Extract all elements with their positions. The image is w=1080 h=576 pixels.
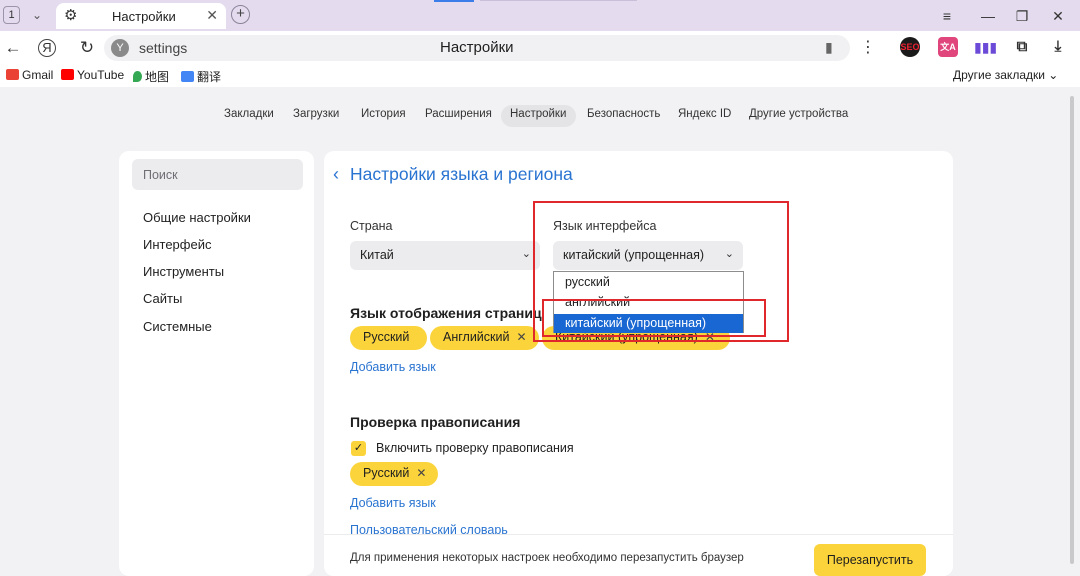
chevron-down-icon: ⌄ — [1048, 68, 1059, 82]
tab-downloads[interactable]: Загрузки — [293, 108, 339, 120]
restart-button[interactable]: Перезапустить — [814, 544, 926, 576]
address-bar[interactable]: Y settings Настройки ▮ — [104, 35, 850, 61]
chevron-down-icon: ⌄ — [521, 248, 531, 260]
add-language-link[interactable]: Добавить язык — [350, 360, 436, 374]
sidebar-item-system[interactable]: Системные — [143, 319, 212, 334]
spellcheck-heading: Проверка правописания — [350, 414, 521, 430]
navigation-bar: ← Я ↻ Y settings Настройки ▮ ⋮ SEO 文A ▮▮… — [0, 31, 1080, 65]
tab-bookmarks[interactable]: Закладки — [224, 108, 274, 120]
download-icon[interactable]: ⤓ — [1048, 37, 1068, 57]
shield-icon: Y — [111, 39, 129, 57]
search-input[interactable] — [132, 159, 303, 190]
gear-icon: ⚙ — [64, 7, 78, 24]
page-title: Настройки — [440, 39, 514, 56]
back-chevron-icon[interactable]: ‹ — [333, 164, 339, 185]
tab-security[interactable]: Безопасность — [587, 108, 660, 120]
settings-sidebar: Общие настройки Интерфейс Инструменты Са… — [119, 151, 314, 576]
tab-settings-page[interactable]: Настройки — [510, 108, 566, 120]
other-bookmarks[interactable]: Другие закладки ⌄ — [953, 68, 1058, 82]
page-language-heading: Язык отображения страниц — [350, 305, 542, 321]
add-spell-language-link[interactable]: Добавить язык — [350, 496, 436, 510]
sidebar-item-interface[interactable]: Интерфейс — [143, 237, 211, 252]
translate-extension-icon[interactable]: 文A — [938, 37, 958, 57]
extensions-icon[interactable]: ⧉ — [1012, 37, 1032, 57]
title-bar: 1 ⌄ ⚙ Настройки ✕ + ≡ — ❐ ✕ — [0, 0, 1080, 31]
chip-russian[interactable]: Русский — [350, 326, 427, 350]
restart-footer: Для применения некоторых настроек необхо… — [324, 534, 953, 576]
spellcheck-checkbox[interactable]: ✓ — [351, 441, 366, 456]
country-value: Китай — [360, 248, 394, 262]
reload-icon[interactable]: ↻ — [76, 37, 98, 59]
check-icon: ✓ — [353, 442, 364, 454]
hamburger-menu-icon[interactable]: ≡ — [937, 6, 957, 26]
back-arrow-icon[interactable]: ← — [2, 37, 24, 59]
settings-top-nav: Закладки Загрузки История Расширения Нас… — [0, 105, 1080, 129]
country-select[interactable]: Китай ⌄ — [350, 241, 540, 270]
tab-settings[interactable]: ⚙ Настройки ✕ — [56, 3, 226, 29]
loading-track — [480, 0, 637, 1]
bookmark-icon[interactable]: ▮ — [825, 39, 833, 56]
bookmark-gmail[interactable]: Gmail — [6, 68, 53, 82]
bookmark-maps[interactable]: 地图 — [133, 68, 169, 85]
close-icon[interactable]: ✕ — [206, 7, 218, 24]
sidebar-item-general[interactable]: Общие настройки — [143, 210, 251, 225]
audio-wave-icon[interactable]: ▮▮▮ — [974, 37, 997, 57]
page-scrollbar[interactable] — [1067, 88, 1077, 576]
seo-extension-icon[interactable]: SEO — [900, 37, 920, 57]
country-label: Страна — [350, 219, 393, 233]
sidebar-item-tools[interactable]: Инструменты — [143, 264, 224, 279]
url-text: settings — [139, 40, 188, 56]
spellcheck-label[interactable]: Включить проверку правописания — [376, 441, 574, 455]
minimize-icon[interactable]: — — [978, 6, 998, 26]
tab-other-devices[interactable]: Другие устройства — [749, 108, 848, 120]
tab-extensions[interactable]: Расширения — [425, 108, 492, 120]
map-pin-icon — [133, 71, 142, 82]
gmail-icon — [6, 69, 19, 80]
chip-spell-russian[interactable]: Русский ✕ — [350, 462, 438, 486]
tab-counter[interactable]: 1 — [3, 6, 20, 24]
more-vertical-icon[interactable]: ⋮ — [858, 37, 878, 57]
bookmarks-bar: Gmail YouTube 地图 翻译 Другие закладки ⌄ — [0, 65, 1080, 87]
chevron-down-icon[interactable]: ⌄ — [27, 5, 47, 25]
remove-icon[interactable]: ✕ — [416, 466, 426, 480]
tab-history[interactable]: История — [361, 108, 406, 120]
bookmark-translate[interactable]: 翻译 — [181, 68, 221, 85]
page-heading[interactable]: Настройки языка и региона — [350, 164, 573, 185]
annotation-box-inner — [542, 299, 766, 337]
bookmark-youtube[interactable]: YouTube — [61, 68, 124, 82]
close-window-icon[interactable]: ✕ — [1048, 6, 1068, 26]
youtube-icon — [61, 69, 74, 80]
tab-title: Настройки — [112, 9, 176, 24]
yandex-logo-icon[interactable]: Я — [38, 39, 56, 57]
scroll-thumb[interactable] — [1070, 96, 1074, 564]
remove-icon[interactable]: ✕ — [516, 330, 526, 344]
sidebar-item-sites[interactable]: Сайты — [143, 291, 182, 306]
loading-indicator — [434, 0, 474, 2]
tab-yandex-id[interactable]: Яндекс ID — [678, 108, 731, 120]
new-tab-button[interactable]: + — [231, 5, 250, 24]
chip-english[interactable]: Английский ✕ — [430, 326, 539, 350]
restore-icon[interactable]: ❐ — [1012, 6, 1032, 26]
translate-icon — [181, 71, 194, 82]
restart-notice: Для применения некоторых настроек необхо… — [350, 552, 744, 564]
